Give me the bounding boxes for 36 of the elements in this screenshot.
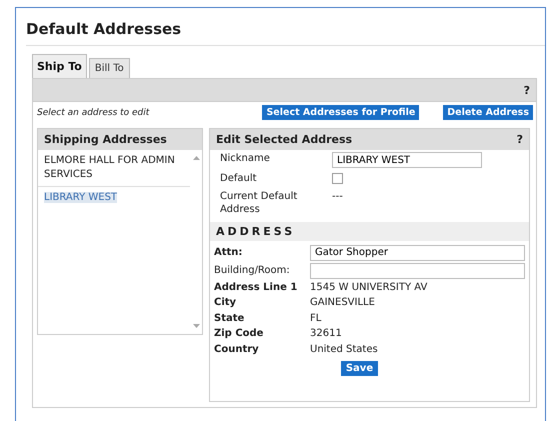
address-field[interactable] <box>310 262 525 278</box>
field-label: State <box>214 312 246 325</box>
field-label: City <box>214 296 238 310</box>
page-title: Default Addresses <box>26 8 545 46</box>
address-item[interactable]: LIBRARY WEST <box>38 187 190 209</box>
field-value: 1545 W UNIVERSITY AV <box>310 280 428 294</box>
scroll-down-icon[interactable] <box>192 324 200 328</box>
action-button[interactable]: Select Addresses for Profile <box>262 105 420 120</box>
panel-title: Edit Selected Address <box>216 133 352 146</box>
field-value: 32611 <box>310 327 343 340</box>
tab[interactable]: Ship To <box>32 54 87 78</box>
section-header: ADDRESS <box>210 222 529 240</box>
field-value: United States <box>310 342 379 356</box>
field-label: Attn: <box>214 246 244 260</box>
field-label: Default <box>220 172 258 186</box>
field-label: Country <box>214 342 260 356</box>
field-value: FL <box>310 312 322 325</box>
field-label: Address Line 1 <box>214 280 298 294</box>
save-button[interactable]: Save <box>340 361 378 376</box>
help-link[interactable]: ? <box>516 133 523 146</box>
scroll-up-icon[interactable] <box>192 156 200 160</box>
address-item[interactable]: ELMORE HALL FOR ADMIN SERVICES <box>38 150 190 187</box>
action-button[interactable]: Delete Address <box>443 105 533 120</box>
field-value: --- <box>332 190 344 203</box>
hint-text: Select an address to edit <box>37 108 150 118</box>
tab[interactable]: Bill To <box>88 58 130 78</box>
help-link[interactable]: ? <box>524 84 530 96</box>
nickname-field[interactable]: LIBRARY WEST <box>332 152 482 168</box>
default-checkbox[interactable] <box>332 173 343 184</box>
panel-title: Shipping Addresses <box>38 129 202 150</box>
field-label: Building/Room: <box>214 264 291 278</box>
field-label: Zip Code <box>214 327 264 340</box>
field-label: Nickname <box>220 152 271 166</box>
field-label: Current Default Address <box>220 190 298 216</box>
field-value: GAINESVILLE <box>310 296 376 310</box>
address-field[interactable]: Gator Shopper <box>310 244 525 260</box>
